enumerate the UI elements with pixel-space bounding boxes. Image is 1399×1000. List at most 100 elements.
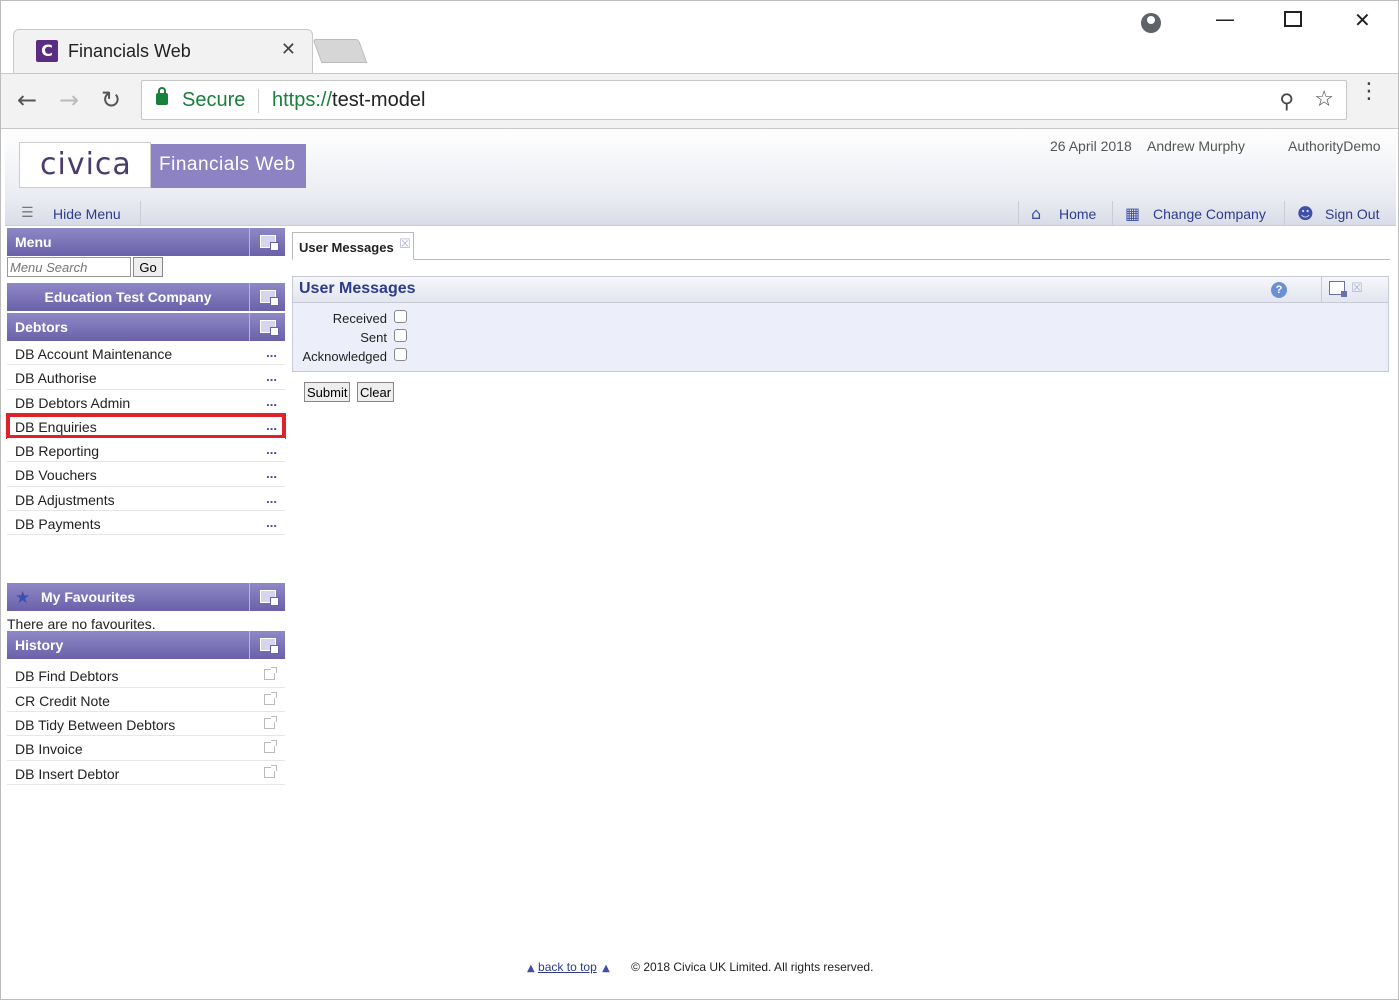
url-scheme: https://: [272, 89, 333, 111]
civica-logo: civica: [19, 142, 151, 188]
more-icon[interactable]: ...: [266, 345, 277, 360]
browser-toolbar: ← → ↻ Secure https://test-model ⚲ ☆ ⋮: [1, 73, 1398, 129]
copyright-text: © 2018 Civica UK Limited. All rights res…: [631, 960, 874, 974]
menu-panel-popout-button[interactable]: [249, 228, 285, 256]
sign-out-button[interactable]: ☻ Sign Out: [1284, 201, 1394, 225]
back-icon[interactable]: ←: [17, 86, 37, 114]
close-panel-icon[interactable]: ☒: [1351, 281, 1363, 296]
menu-title: Menu: [15, 234, 52, 250]
module-name: Debtors: [15, 319, 68, 335]
star-icon[interactable]: ☆: [1314, 87, 1334, 112]
clear-button[interactable]: Clear: [357, 382, 395, 402]
menu-search-input[interactable]: [7, 257, 131, 277]
company-header: Education Test Company: [7, 283, 285, 311]
menu-search-go-button[interactable]: Go: [133, 257, 163, 277]
open-link-icon[interactable]: [264, 691, 277, 705]
new-tab-button[interactable]: [312, 39, 368, 63]
sidebar: Menu Go Education Test Company Debtors D…: [6, 228, 286, 785]
more-icon[interactable]: ...: [266, 369, 277, 384]
hide-menu-button[interactable]: ☰ Hide Menu: [9, 201, 141, 225]
history-item-db-tidy-between-debtors[interactable]: DB Tidy Between Debtors: [7, 711, 285, 737]
menu-item-label: DB Vouchers: [15, 467, 97, 484]
browser-tab[interactable]: C Financials Web ✕: [13, 29, 313, 73]
omnibox-separator: [258, 89, 259, 113]
menu-item-db-adjustments[interactable]: DB Adjustments ...: [7, 486, 285, 512]
open-link-icon[interactable]: [264, 764, 277, 778]
tab-close-icon[interactable]: ✕: [281, 39, 296, 60]
popout-icon[interactable]: [1329, 281, 1347, 297]
menu-item-db-enquiries[interactable]: DB Enquiries ...: [6, 412, 286, 440]
favourites-popout-button[interactable]: [249, 583, 285, 612]
received-filter: Received: [293, 309, 407, 328]
tab-user-messages[interactable]: User Messages ☒: [292, 232, 414, 260]
open-link-icon[interactable]: [264, 667, 277, 681]
company-popout-button[interactable]: [249, 283, 285, 311]
open-link-icon[interactable]: [264, 715, 277, 729]
change-company-button[interactable]: ▦ Change Company: [1112, 201, 1284, 225]
hide-menu-label: Hide Menu: [53, 206, 121, 222]
history-item-cr-credit-note[interactable]: CR Credit Note: [7, 687, 285, 712]
reload-icon[interactable]: ↻: [101, 86, 121, 114]
history-title: History: [15, 637, 64, 654]
open-link-icon[interactable]: [264, 740, 277, 754]
menu-item-db-vouchers[interactable]: DB Vouchers ...: [7, 462, 285, 487]
submit-button[interactable]: Submit: [304, 382, 351, 402]
history-item-db-invoice[interactable]: DB Invoice: [7, 736, 285, 761]
checkbox-label: Acknowledged: [302, 349, 387, 364]
close-icon[interactable]: ✕: [1354, 8, 1371, 32]
help-icon[interactable]: ?: [1271, 282, 1287, 298]
received-checkbox[interactable]: [394, 310, 407, 323]
user-icon: ☻: [1297, 204, 1314, 223]
star-icon: ★: [15, 588, 31, 609]
menu-item-db-reporting[interactable]: DB Reporting ...: [7, 438, 285, 463]
forward-icon[interactable]: →: [59, 86, 79, 114]
more-icon[interactable]: ...: [266, 466, 277, 481]
menu-item-db-account-maintenance[interactable]: DB Account Maintenance ...: [7, 341, 285, 366]
url-host: test-model: [332, 89, 426, 111]
acknowledged-checkbox[interactable]: [394, 348, 407, 361]
history-header: History: [7, 631, 285, 660]
history-item-db-find-debtors[interactable]: DB Find Debtors: [7, 663, 285, 688]
history-popout-button[interactable]: [249, 631, 285, 660]
more-icon[interactable]: ...: [266, 491, 277, 506]
menu-item-label: DB Debtors Admin: [15, 394, 131, 411]
popout-icon: [260, 590, 279, 607]
history-item-label: DB Find Debtors: [15, 668, 119, 685]
more-icon[interactable]: ...: [266, 418, 277, 433]
tab-close-icon[interactable]: ☒: [399, 237, 411, 252]
header-user: Andrew Murphy: [1147, 138, 1246, 154]
favourites-header: ★ My Favourites: [7, 583, 285, 612]
menu-item-db-payments[interactable]: DB Payments ...: [7, 511, 285, 536]
back-to-top-link[interactable]: back to top: [538, 960, 597, 974]
sign-out-label: Sign Out: [1325, 206, 1380, 222]
sent-checkbox[interactable]: [394, 329, 407, 342]
favourites-title: My Favourites: [41, 589, 136, 606]
minimize-icon[interactable]: —: [1215, 7, 1235, 31]
checkbox-label: Sent: [360, 330, 387, 345]
user-messages-panel: User Messages ? ☒ Received Sent Acknowle…: [292, 276, 1389, 372]
home-button[interactable]: ⌂ Home: [1018, 201, 1112, 225]
menu-item-db-authorise[interactable]: DB Authorise ...: [7, 365, 285, 390]
address-bar[interactable]: Secure https://test-model ⚲ ☆: [141, 80, 1347, 120]
history-item-db-insert-debtor[interactable]: DB Insert Debtor: [7, 760, 285, 785]
history-list: DB Find Debtors CR Credit Note DB Tidy B…: [7, 663, 285, 785]
app-header: civica Financials Web 26 April 2018 Andr…: [5, 130, 1396, 200]
menu-search-row: Go: [7, 257, 285, 279]
folder-up-icon: [260, 320, 279, 336]
maximize-icon[interactable]: [1284, 11, 1302, 27]
kebab-icon[interactable]: ⋮: [1358, 81, 1380, 103]
url-text[interactable]: https://test-model: [272, 89, 425, 112]
more-icon[interactable]: ...: [266, 515, 277, 530]
zoom-icon[interactable]: ⚲: [1279, 89, 1294, 113]
up-arrow-icon: ▲: [527, 963, 535, 974]
more-icon[interactable]: ...: [266, 394, 277, 409]
header-date: 26 April 2018: [1050, 138, 1132, 154]
more-icon[interactable]: ...: [266, 442, 277, 457]
history-item-label: CR Credit Note: [15, 692, 110, 709]
header-org: AuthorityDemo: [1288, 138, 1381, 154]
menu-item-db-debtors-admin[interactable]: DB Debtors Admin ...: [7, 389, 285, 414]
main-content: User Messages ☒ User Messages ? ☒ Receiv…: [292, 232, 1390, 402]
module-up-button[interactable]: [249, 313, 285, 341]
profile-icon[interactable]: [1141, 13, 1161, 33]
company-name: Education Test Company: [44, 289, 212, 305]
